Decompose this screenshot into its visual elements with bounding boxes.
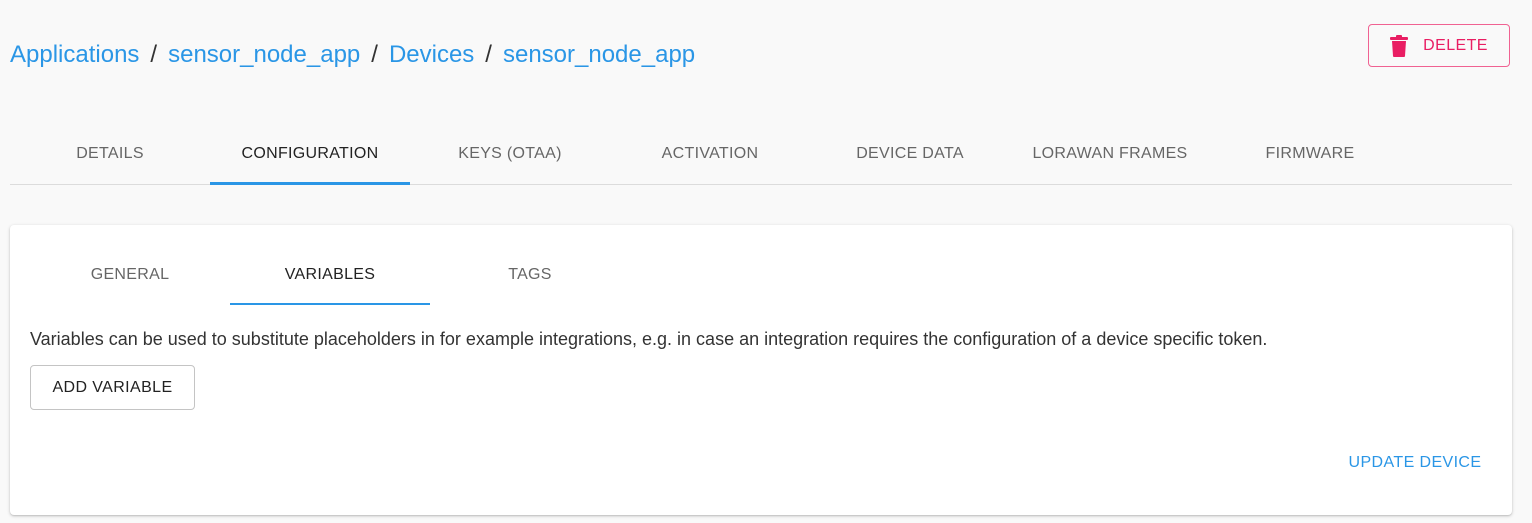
delete-label: DELETE — [1423, 36, 1488, 54]
variables-description: Variables can be used to substitute plac… — [30, 329, 1268, 349]
breadcrumb-separator: / — [371, 41, 378, 68]
tab-variables[interactable]: VARIABLES — [230, 245, 430, 305]
tab-general[interactable]: GENERAL — [30, 245, 230, 305]
breadcrumb-separator: / — [485, 41, 492, 68]
breadcrumb-devices[interactable]: Devices — [389, 41, 474, 69]
update-device-button[interactable]: UPDATE DEVICE — [1335, 445, 1495, 481]
add-variable-button[interactable]: ADD VARIABLE — [30, 365, 195, 410]
breadcrumb: Applications / sensor_node_app / Devices… — [10, 38, 695, 72]
tab-activation[interactable]: ACTIVATION — [610, 124, 810, 184]
tab-firmware[interactable]: FIRMWARE — [1210, 124, 1410, 184]
breadcrumb-device[interactable]: sensor_node_app — [503, 41, 695, 69]
tab-configuration[interactable]: CONFIGURATION — [210, 124, 410, 185]
configuration-card: GENERAL VARIABLES TAGS Variables can be … — [10, 225, 1512, 515]
tab-keys-otaa[interactable]: KEYS (OTAA) — [410, 124, 610, 184]
breadcrumb-applications[interactable]: Applications — [10, 41, 139, 69]
configuration-tabs: GENERAL VARIABLES TAGS — [30, 245, 630, 305]
breadcrumb-application[interactable]: sensor_node_app — [168, 41, 360, 69]
breadcrumb-separator: / — [150, 41, 158, 68]
trash-icon — [1390, 34, 1409, 57]
tab-lorawan-frames[interactable]: LORAWAN FRAMES — [1010, 124, 1210, 184]
tab-device-data[interactable]: DEVICE DATA — [810, 124, 1010, 184]
device-tabs: DETAILS CONFIGURATION KEYS (OTAA) ACTIVA… — [10, 124, 1512, 185]
delete-button[interactable]: DELETE — [1368, 24, 1510, 67]
tab-details[interactable]: DETAILS — [10, 124, 210, 184]
tab-tags[interactable]: TAGS — [430, 245, 630, 305]
